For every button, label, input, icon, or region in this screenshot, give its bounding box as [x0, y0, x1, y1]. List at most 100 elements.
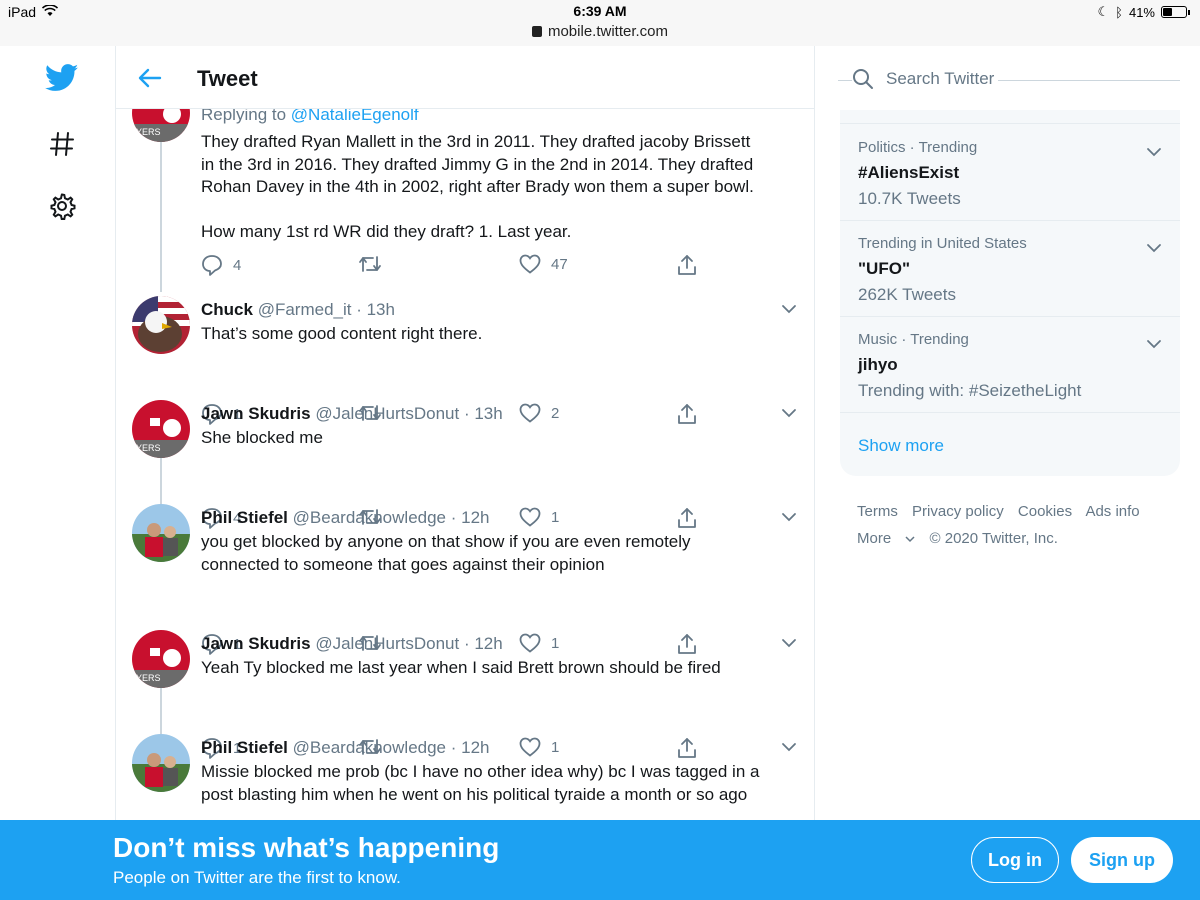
moon-icon: ☾: [1097, 4, 1110, 19]
right-sidebar: Search Twitter Politics · Trending #Alien…: [838, 46, 1183, 820]
author-handle: @Farmed_it · 13h: [257, 300, 395, 319]
trend-count: 262K Tweets: [858, 285, 956, 304]
tweet-line: Missie blocked me prob (bc I have no oth…: [201, 762, 760, 781]
tweet-author[interactable]: Chuck @Farmed_it · 13h: [201, 300, 395, 320]
footer-more[interactable]: More: [857, 530, 915, 547]
tweet-line: How many 1st rd WR did they draft? 1. La…: [201, 221, 572, 241]
battery-icon: [1161, 6, 1187, 18]
footer-links: Terms Privacy policy Cookies Ads info Mo…: [857, 498, 1177, 552]
trend-menu-button[interactable]: [1146, 241, 1162, 259]
avatar[interactable]: [132, 734, 190, 792]
share-button[interactable]: [677, 254, 697, 276]
reply-tweet[interactable]: Chuck @Farmed_it · 13h That’s some good c…: [116, 292, 814, 425]
header: Tweet: [116, 46, 814, 109]
tweet-line: in the 3rd in 2016. They drafted Jimmy G…: [201, 154, 754, 174]
like-button[interactable]: 47: [519, 254, 568, 274]
author-name: Phil Stiefel: [201, 508, 288, 527]
login-button[interactable]: Log in: [971, 837, 1059, 883]
main-column: Tweet YERS Replying to @NatalieEgenolf T…: [115, 46, 815, 820]
tweet-author[interactable]: Phil Stiefel @Beardaknowledge · 12h: [201, 738, 489, 758]
avatar[interactable]: [132, 504, 190, 562]
trend-count: Trending with: #SeizetheLight: [858, 381, 1082, 400]
footer-copyright: © 2020 Twitter, Inc.: [929, 530, 1058, 547]
tweet-menu-button[interactable]: [780, 404, 798, 422]
trend-item[interactable]: Music · Trending jihyo Trending with: #Sei…: [840, 317, 1180, 413]
reply-tweet[interactable]: Phil Stiefel @Beardaknowledge · 12h you g…: [116, 500, 814, 655]
tweet-menu-button[interactable]: [780, 634, 798, 652]
banner-title: Don’t miss what’s happening: [113, 832, 500, 863]
lock-icon: [531, 26, 542, 37]
avatar[interactable]: [132, 296, 190, 354]
tweet-line: connected to someone that goes against t…: [201, 554, 605, 574]
chevron-down-icon: [1147, 148, 1161, 157]
url-text: mobile.twitter.com: [547, 23, 669, 40]
search-field[interactable]: Search Twitter: [852, 68, 999, 90]
trend-item[interactable]: Trending in United States "UFO" 262K Tweet…: [840, 221, 1180, 317]
trends-panel: Politics · Trending #AliensExist 10.7K Twe…: [840, 110, 1180, 476]
tweet-line: Yeah Ty blocked me last year when I said…: [201, 658, 721, 677]
trend-menu-button[interactable]: [1146, 337, 1162, 355]
tweet-author[interactable]: Jawn Skudris @JalenHurtsDonut · 13h: [201, 404, 503, 424]
trend-name: "UFO": [858, 259, 911, 278]
footer-ads[interactable]: Ads info: [1085, 503, 1139, 520]
search-input[interactable]: Search Twitter: [886, 69, 995, 89]
footer-cookies[interactable]: Cookies: [1018, 503, 1072, 520]
twitter-bird-icon[interactable]: [40, 56, 84, 100]
signup-button[interactable]: Sign up: [1071, 837, 1173, 883]
footer-privacy[interactable]: Privacy policy: [912, 503, 1004, 520]
trend-cutoff: [840, 110, 1180, 124]
search-icon: [853, 69, 873, 89]
tweet-line: She blocked me: [201, 428, 323, 447]
url-bar[interactable]: mobile.twitter.com: [0, 23, 1200, 40]
author-handle: @JalenHurtsDonut · 12h: [315, 634, 503, 653]
signup-banner: Don’t miss what’s happening People on Tw…: [0, 820, 1200, 900]
show-more-link[interactable]: Show more: [858, 436, 944, 456]
tweet-author[interactable]: Jawn Skudris @JalenHurtsDonut · 12h: [201, 634, 503, 654]
share-icon: [678, 255, 696, 275]
author-name: Jawn Skudris: [201, 404, 311, 423]
trend-item[interactable]: Politics · Trending #AliensExist 10.7K Twe…: [840, 125, 1180, 221]
tweet-text: She blocked me: [201, 427, 801, 450]
battery-tip: [1188, 9, 1190, 15]
back-arrow-icon[interactable]: [136, 64, 164, 92]
thread-line: [160, 688, 162, 734]
trend-category: Politics · Trending: [858, 139, 978, 156]
search-box[interactable]: Search Twitter: [838, 60, 1180, 100]
trend-count: 10.7K Tweets: [858, 189, 961, 208]
clock: 6:39 AM: [573, 3, 627, 19]
tweet-line: They drafted Ryan Mallett in the 3rd in …: [201, 132, 751, 151]
tweet-menu-button[interactable]: [780, 738, 798, 756]
reply-tweet[interactable]: Phil Stiefel @Beardaknowledge · 12h Missi…: [116, 730, 814, 820]
tweet-line: post blasting him when he went on his po…: [201, 784, 748, 804]
like-count: 47: [551, 255, 568, 273]
thread-line: [160, 142, 162, 292]
tweet-line: Rohan Davey in the 4th in 2002, right af…: [201, 177, 754, 196]
footer-terms[interactable]: Terms: [857, 503, 898, 520]
hashtag-icon[interactable]: [40, 122, 84, 166]
ios-status-bar: iPad 6:39 AM mobile.twitter.com ☾ ᛒ 41%: [0, 0, 1200, 46]
status-right: ☾ ᛒ 41%: [1097, 4, 1190, 20]
trend-menu-button[interactable]: [1146, 145, 1162, 163]
reply-tweet[interactable]: YERS Jawn Skudris @JalenHurtsDonut · 12h Y…: [116, 626, 814, 759]
tweet-menu-button[interactable]: [780, 508, 798, 526]
reply-tweet[interactable]: YERS Jawn Skudris @JalenHurtsDonut · 13h S…: [116, 396, 814, 529]
trend-name: #AliensExist: [858, 163, 960, 182]
svg-text:YERS: YERS: [136, 127, 161, 137]
tweet-author[interactable]: Phil Stiefel @Beardaknowledge · 12h: [201, 508, 489, 528]
retweet-button[interactable]: [358, 254, 382, 274]
reply-icon: [202, 255, 222, 276]
bluetooth-icon: ᛒ: [1115, 4, 1123, 20]
footer-more-label: More: [857, 530, 892, 547]
chevron-down-icon: [782, 743, 796, 752]
author-name: Chuck: [201, 300, 253, 319]
trend-name: jihyo: [858, 355, 898, 374]
avatar[interactable]: YERS: [132, 630, 190, 688]
tweet-menu-button[interactable]: [780, 300, 798, 318]
tweet-line: you get blocked by anyone on that show i…: [201, 532, 691, 551]
reply-button[interactable]: 4: [201, 254, 241, 276]
gear-icon[interactable]: [40, 184, 84, 228]
avatar[interactable]: YERS: [132, 400, 190, 458]
tweet-text: They drafted Ryan Mallett in the 3rd in …: [201, 131, 801, 243]
author-name: Jawn Skudris: [201, 634, 311, 653]
battery-percent: 41%: [1128, 4, 1155, 20]
